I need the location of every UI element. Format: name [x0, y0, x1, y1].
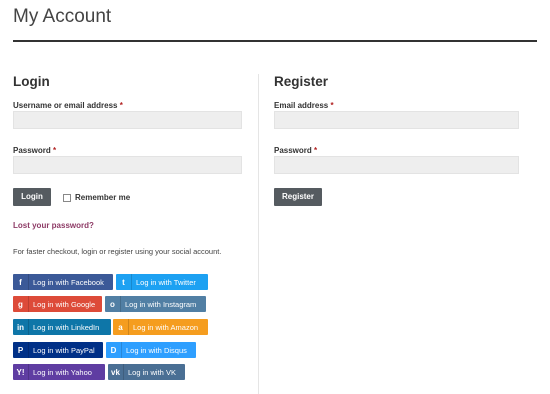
login-heading: Login — [13, 74, 50, 89]
disqus-login-button[interactable]: D Log in with Disqus — [106, 342, 196, 358]
login-section: Login Username or email address * Passwo… — [13, 74, 245, 380]
register-heading: Register — [274, 74, 329, 89]
paypal-login-button[interactable]: P Log in with PayPal — [13, 342, 103, 358]
required-mark: * — [314, 146, 318, 155]
register-password-input[interactable] — [274, 156, 519, 174]
title-divider — [13, 40, 537, 42]
instagram-icon: o — [105, 296, 121, 312]
linkedin-login-button[interactable]: in Log in with LinkedIn — [13, 319, 111, 335]
disqus-icon: D — [106, 342, 122, 358]
email-input[interactable] — [274, 111, 519, 129]
amazon-login-button[interactable]: a Log in with Amazon — [113, 319, 208, 335]
page-title: My Account — [13, 6, 112, 27]
remember-me[interactable]: Remember me — [63, 193, 130, 202]
vk-icon: vk — [108, 364, 124, 380]
instagram-login-button[interactable]: o Log in with Instagram — [105, 296, 206, 312]
amazon-icon: a — [113, 319, 129, 335]
yahoo-login-button[interactable]: Y! Log in with Yahoo — [13, 364, 105, 380]
username-label: Username or email address * — [13, 101, 123, 110]
register-section: Register Email address * Password * Regi… — [274, 74, 524, 206]
twitter-login-button[interactable]: t Log in with Twitter — [116, 274, 208, 290]
vk-login-button[interactable]: vk Log in with VK — [108, 364, 185, 380]
username-input[interactable] — [13, 111, 242, 129]
email-label: Email address * — [274, 101, 334, 110]
register-button[interactable]: Register — [274, 188, 322, 206]
required-mark: * — [330, 101, 334, 110]
required-mark: * — [53, 146, 57, 155]
facebook-icon: f — [13, 274, 29, 290]
yahoo-icon: Y! — [13, 364, 29, 380]
google-icon: g — [13, 296, 29, 312]
social-login-note: For faster checkout, login or register u… — [13, 247, 222, 256]
column-divider — [258, 74, 259, 394]
facebook-login-button[interactable]: f Log in with Facebook — [13, 274, 113, 290]
login-button[interactable]: Login — [13, 188, 51, 206]
paypal-icon: P — [13, 342, 29, 358]
lost-password-link[interactable]: Lost your password? — [13, 221, 94, 230]
linkedin-icon: in — [13, 319, 29, 335]
twitter-icon: t — [116, 274, 132, 290]
google-login-button[interactable]: g Log in with Google — [13, 296, 102, 312]
password-input[interactable] — [13, 156, 242, 174]
password-label: Password * — [13, 146, 57, 155]
register-password-label: Password * — [274, 146, 318, 155]
required-mark: * — [119, 101, 123, 110]
remember-checkbox[interactable] — [63, 193, 71, 202]
